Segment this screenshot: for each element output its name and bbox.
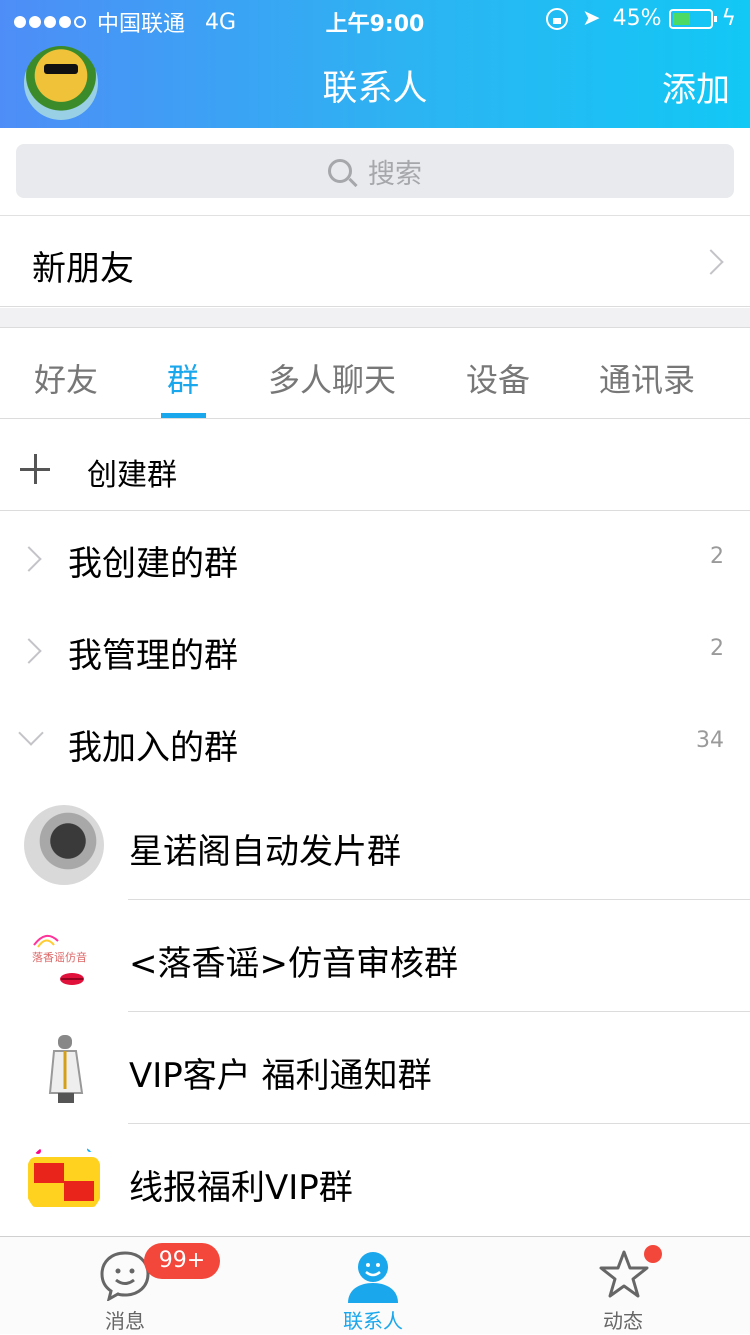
list-item[interactable]: 线报福利VIP群: [0, 1124, 750, 1236]
flash-sale-logo-icon: [24, 1141, 104, 1221]
search-icon: [328, 159, 352, 183]
tab-devices[interactable]: 设备: [466, 355, 530, 401]
group-name: <落香谣>仿音审核群: [129, 944, 458, 984]
chevron-down-icon: [18, 720, 44, 746]
lips-logo-icon: 落香谣仿音: [24, 917, 104, 997]
group-section-count: 2: [710, 544, 724, 569]
search-bar-container: 搜索: [0, 128, 750, 216]
create-group-row[interactable]: 创建群: [0, 420, 750, 511]
location-arrow-icon: ➤: [582, 6, 601, 31]
group-section-created[interactable]: 我创建的群 2: [0, 512, 750, 604]
search-input[interactable]: 搜索: [16, 144, 734, 198]
group-name: VIP客户 福利通知群: [129, 1056, 432, 1096]
badge-count: 99+: [158, 1248, 206, 1273]
bottom-tab-bar: 消息 99+ 联系人 动态: [0, 1236, 750, 1334]
message-bubble-icon: [100, 1251, 150, 1301]
tab-address-book[interactable]: 通讯录: [599, 355, 695, 401]
suit-figure-icon: [24, 1029, 104, 1109]
list-item[interactable]: VIP客户 福利通知群: [0, 1012, 750, 1124]
app-header: 中国联通 4G 上午9:00 ➤ 45% ϟ 联系人 添加: [0, 0, 750, 128]
notification-dot: [644, 1245, 662, 1263]
group-section-label: 我加入的群: [68, 728, 238, 768]
group-section-label: 我创建的群: [68, 544, 238, 584]
tabbar-label: 消息: [105, 1309, 145, 1333]
new-friends-label: 新朋友: [32, 249, 134, 289]
group-name: 线报福利VIP群: [129, 1168, 353, 1208]
tabbar-label: 动态: [603, 1309, 643, 1333]
tab-groups[interactable]: 群: [167, 355, 199, 401]
chevron-right-icon: [16, 546, 42, 572]
group-section-count: 2: [710, 636, 724, 661]
status-bar: 中国联通 4G 上午9:00 ➤ 45% ϟ: [0, 0, 750, 40]
contact-person-icon: [348, 1252, 398, 1303]
unread-badge: 99+: [144, 1243, 220, 1279]
group-name: 星诺阁自动发片群: [129, 832, 401, 872]
group-section-joined[interactable]: 我加入的群 34: [0, 696, 750, 788]
add-button[interactable]: 添加: [662, 62, 730, 111]
chevron-right-icon: [16, 638, 42, 664]
contact-tabs: 好友 群 多人聊天 设备 通讯录: [0, 329, 750, 419]
star-icon: [599, 1250, 649, 1298]
group-section-managed[interactable]: 我管理的群 2: [0, 604, 750, 696]
status-right: ➤ 45% ϟ: [546, 6, 736, 31]
group-section-label: 我管理的群: [68, 636, 238, 676]
list-item[interactable]: 落香谣仿音 <落香谣>仿音审核群: [0, 900, 750, 1012]
plus-icon: [20, 454, 50, 484]
battery-icon: [669, 8, 718, 29]
chevron-right-icon: [698, 249, 724, 275]
svg-text:落香谣仿音: 落香谣仿音: [32, 950, 87, 964]
active-tab-indicator: [161, 413, 206, 418]
battery-percent: 45%: [612, 6, 662, 31]
section-gap: [0, 308, 750, 328]
tab-friends[interactable]: 好友: [34, 355, 98, 401]
new-friends-row[interactable]: 新朋友: [0, 217, 750, 307]
tabbar-label: 联系人: [343, 1309, 403, 1333]
charging-bolt-icon: ϟ: [721, 6, 736, 31]
group-section-count: 34: [696, 728, 724, 753]
list-item[interactable]: 星诺阁自动发片群: [0, 788, 750, 900]
tabbar-moments[interactable]: 动态: [548, 1237, 698, 1335]
page-title: 联系人: [322, 69, 428, 109]
search-placeholder: 搜索: [368, 158, 422, 190]
portrait-photo-icon: [24, 805, 104, 885]
tabbar-contacts[interactable]: 联系人: [298, 1237, 448, 1335]
rotation-lock-icon: [546, 7, 569, 30]
tab-multi-chat[interactable]: 多人聊天: [268, 355, 396, 401]
create-group-label: 创建群: [87, 458, 177, 493]
battery-level: [673, 12, 690, 25]
